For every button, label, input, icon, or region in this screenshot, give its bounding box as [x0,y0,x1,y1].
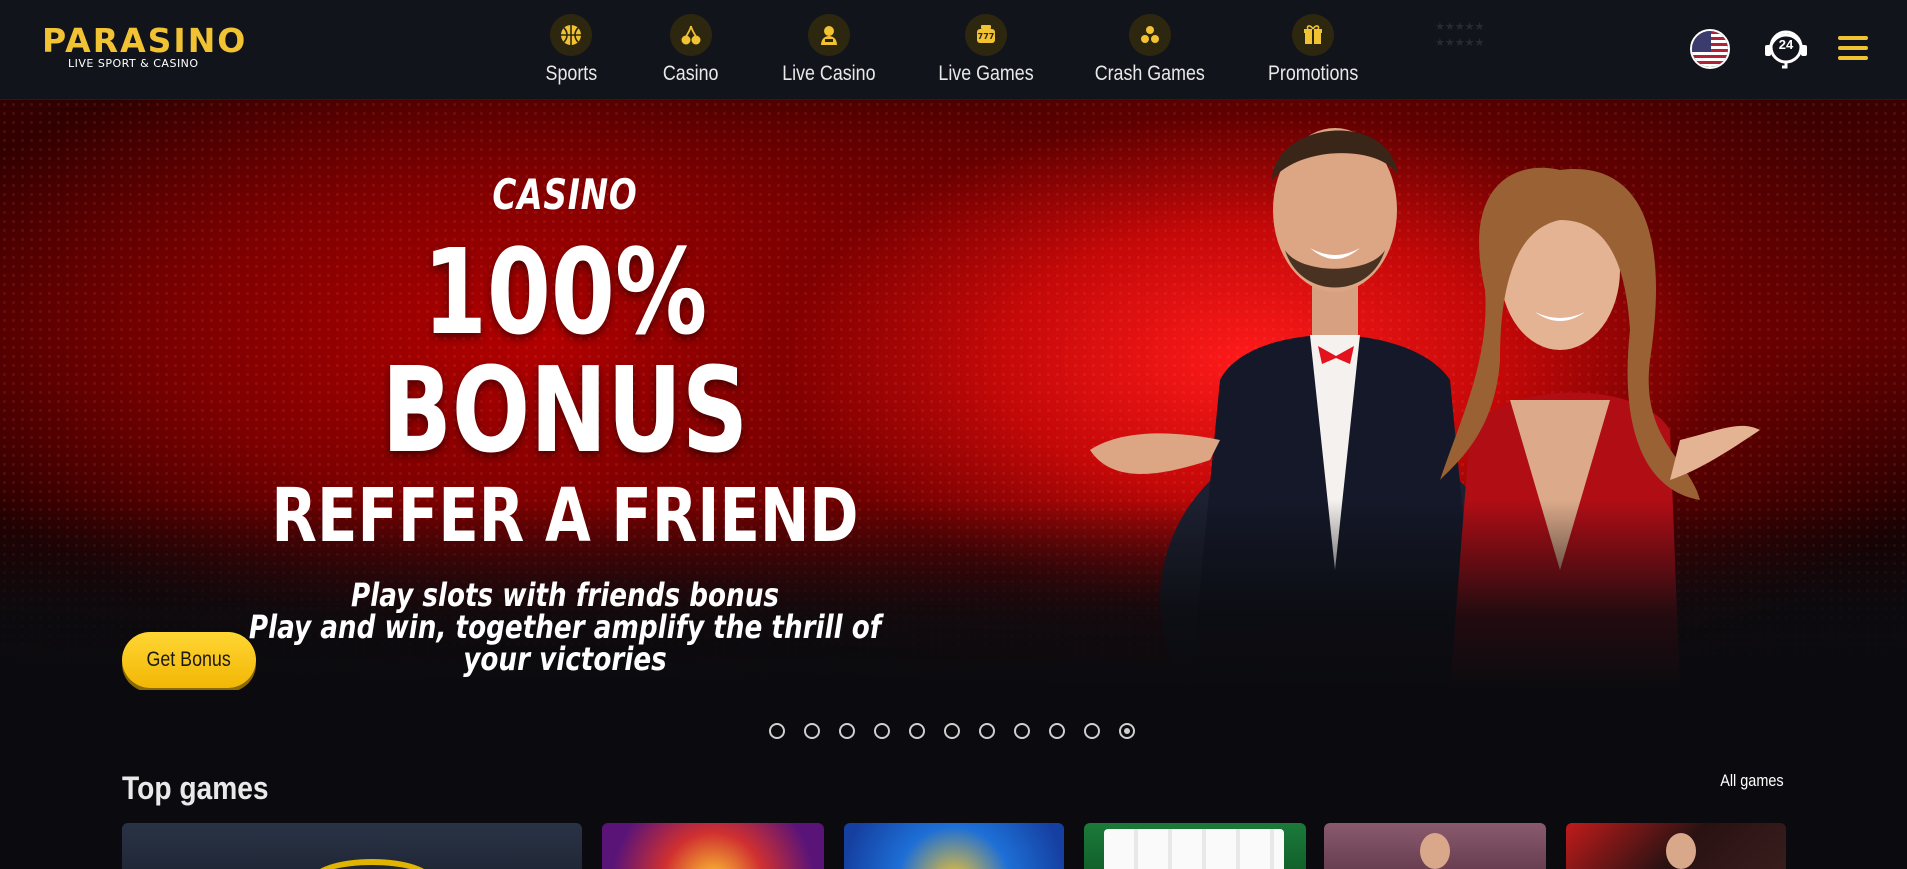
nav-item-live-casino[interactable]: Live Casino [782,14,876,86]
nav-label: Sports [545,62,597,85]
game-thumbnail [1420,833,1450,869]
nav-item-casino[interactable]: Casino [663,14,719,86]
game-card-4[interactable] [1084,823,1306,869]
balls-icon [1129,14,1171,56]
24h-support-icon[interactable]: 24 [1762,27,1810,71]
svg-text:777: 777 [978,32,995,41]
nav-label: Live Casino [782,62,876,85]
cherries-icon [670,14,712,56]
slider-dot-10[interactable] [1084,723,1100,739]
slider-dot-3[interactable] [839,723,855,739]
hero-description: Play slots with friends bonus Play and w… [225,579,906,675]
game-card-2[interactable] [602,823,824,869]
game-thumbnail [1104,829,1284,869]
hero-text-block: CASINO 100% BONUS REFFER A FRIEND Play s… [150,170,980,675]
game-card-3[interactable] [844,823,1064,869]
slider-dot-8[interactable] [1014,723,1030,739]
slider-dot-11[interactable] [1119,723,1135,739]
slider-dot-4[interactable] [874,723,890,739]
nav-label: Live Games [938,62,1034,85]
gift-icon [1292,14,1334,56]
hero-desc-line-2: Play and win, together amplify the thril… [248,608,882,678]
nav-item-crash-games[interactable]: Crash Games [1094,14,1206,86]
svg-text:★★★★★: ★★★★★ [1435,36,1484,48]
us-flag-icon[interactable] [1690,29,1730,69]
slot-777-icon: 777 [965,14,1007,56]
stars-decoration-icon: ★★★★★ ★★★★★ [1435,20,1484,48]
section-title-top-games: Top games [122,770,269,806]
parasino-logo[interactable]: PARASINO LIVE SPORT & CASINO [42,21,248,76]
game-thumbnail [312,859,432,869]
hero-desc-line-1: Play slots with friends bonus [350,576,780,614]
nav-label: Promotions [1267,62,1359,85]
game-card-6[interactable] [1566,823,1786,869]
slider-pagination [769,723,1135,739]
slider-dot-2[interactable] [804,723,820,739]
logo-tagline: LIVE SPORT & CASINO [68,57,199,70]
nav-label: Crash Games [1094,62,1206,85]
basketball-icon [550,14,592,56]
hero-subtitle: REFFER A FRIEND [271,473,859,559]
nav-item-sports[interactable]: Sports [544,14,598,86]
dealer-icon [808,14,850,56]
game-thumbnail [1666,833,1696,869]
get-bonus-button[interactable]: Get Bonus [122,632,256,688]
site-header: PARASINO LIVE SPORT & CASINO Sports Casi… [0,0,1907,100]
hero-banner: CASINO 100% BONUS REFFER A FRIEND Play s… [0,100,1907,690]
slider-dot-6[interactable] [944,723,960,739]
hamburger-menu-icon[interactable] [1838,36,1868,64]
support-hours-label: 24 [1778,37,1794,52]
logo-wordmark: PARASINO [42,21,248,60]
hero-title: 100% BONUS [381,223,749,479]
all-games-link[interactable]: All games [1721,771,1784,791]
slider-dot-1[interactable] [769,723,785,739]
slider-dot-7[interactable] [979,723,995,739]
slider-dot-9[interactable] [1049,723,1065,739]
svg-text:★★★★★: ★★★★★ [1435,20,1484,33]
nav-item-live-games[interactable]: 777 Live Games [938,14,1034,86]
nav-item-promotions[interactable]: Promotions [1266,14,1360,86]
hero-tag: CASINO [492,170,638,219]
game-card-1[interactable] [122,823,582,869]
slider-dot-5[interactable] [909,723,925,739]
nav-label: Casino [663,62,719,85]
game-card-5[interactable] [1324,823,1546,869]
get-bonus-label: Get Bonus [146,648,232,671]
